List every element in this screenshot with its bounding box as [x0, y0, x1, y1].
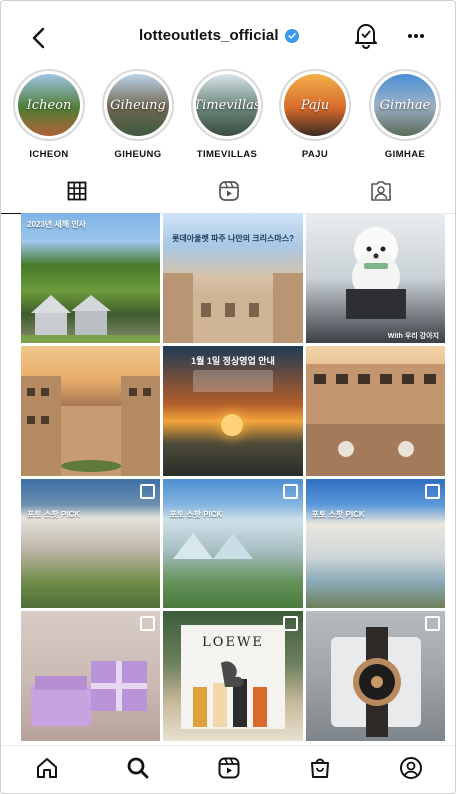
highlight-label: GIMHAE [384, 149, 426, 160]
username: lotteoutlets_official [139, 27, 279, 44]
post-tile[interactable]: 2023년 새해 인사 [21, 213, 161, 343]
back-icon[interactable] [23, 23, 53, 53]
highlight-ring: Icheon [13, 69, 85, 141]
notice-card [193, 369, 274, 392]
post-tile[interactable] [305, 345, 445, 476]
tab-tagged[interactable] [305, 173, 455, 213]
highlight-ring: Gimhae [369, 69, 441, 141]
post-tile[interactable] [21, 345, 161, 476]
highlight-paju[interactable]: Paju PAJU [275, 69, 355, 160]
post-tile[interactable] [305, 611, 445, 741]
reels-icon [217, 756, 241, 785]
highlight-label: PAJU [301, 149, 329, 160]
profile-screen: lotteoutlets_official Icheon ICHEON Gihe… [0, 0, 456, 794]
post-caption: 2023년 새해 인사 [27, 220, 87, 229]
highlight-cover-text: Giheung [110, 97, 166, 113]
glass-house-illustration [173, 532, 254, 559]
post-tile[interactable]: 포토 스팟 PICK [305, 478, 445, 609]
header: lotteoutlets_official [1, 1, 455, 63]
highlight-label: TIMEVILLAS [196, 149, 258, 160]
post-tile[interactable]: 롯데아울렛 파주 나만의 크리스마스? [163, 213, 303, 343]
tagged-icon [369, 180, 393, 207]
more-options-icon[interactable] [401, 23, 431, 49]
highlight-cover: Giheung [107, 74, 169, 136]
story-highlights: Icheon ICHEON Giheung GIHEUNG Timevillas… [1, 63, 455, 163]
post-caption: 롯데아울렛 파주 나만의 크리스마스? [172, 234, 294, 243]
post-caption: 포토 스팟 PICK [27, 509, 80, 519]
highlight-timevillas[interactable]: Timevillas TIMEVILLAS [187, 69, 267, 160]
tab-grid[interactable] [1, 173, 153, 214]
highlight-cover: Gimhae [374, 74, 436, 136]
puppy-illustration [345, 227, 406, 319]
perfume-bottles [193, 661, 268, 728]
tab-reels[interactable] [153, 173, 305, 213]
nav-shop[interactable] [300, 750, 340, 790]
profile-tabs [1, 173, 455, 214]
post-tile[interactable]: 포토 스팟 PICK [21, 478, 161, 609]
bottom-navigation [1, 745, 455, 793]
highlight-cover-text: Paju [300, 97, 330, 113]
notification-bell-icon[interactable] [353, 21, 381, 51]
post-caption: With 우리 강아지 [387, 333, 439, 340]
highlight-ring: Timevillas [191, 69, 263, 141]
multi-post-icon [424, 483, 440, 499]
post-tile[interactable]: LOEWE [163, 611, 303, 741]
nav-home[interactable] [27, 750, 67, 790]
post-tile[interactable]: 포토 스팟 PICK [163, 478, 303, 609]
atrium-illustration [163, 273, 303, 343]
highlight-label: GIHEUNG [114, 149, 162, 160]
courtyard-illustration [21, 375, 161, 476]
highlight-icheon[interactable]: Icheon ICHEON [9, 69, 89, 160]
highlight-cover-text: Icheon [26, 97, 72, 113]
posts-grid: 2023년 새해 인사 롯데아울렛 파주 나만의 크리스마스? With 우리 … [21, 213, 445, 741]
post-tile[interactable] [21, 611, 161, 741]
post-caption: 포토 스팟 PICK [311, 509, 365, 519]
terrace-illustration [305, 363, 445, 476]
highlight-ring: Giheung [102, 69, 174, 141]
highlight-label: ICHEON [29, 149, 69, 160]
highlight-cover-text: Gimhae [379, 97, 431, 113]
reels-icon [218, 180, 240, 207]
highlight-cover: Icheon [18, 74, 80, 136]
verified-badge-icon [284, 28, 299, 43]
nav-reels[interactable] [209, 750, 249, 790]
highlight-giheung[interactable]: Giheung GIHEUNG [98, 69, 178, 160]
multi-post-icon [140, 483, 156, 499]
brand-label: LOEWE [202, 635, 264, 651]
home-icon [35, 756, 59, 785]
post-caption: 1월 1일 정상영업 안내 [191, 355, 275, 366]
highlight-ring: Paju [279, 69, 351, 141]
multi-post-icon [424, 616, 440, 632]
post-tile[interactable]: With 우리 강아지 [305, 213, 445, 343]
search-icon [126, 756, 150, 785]
highlight-cover: Paju [284, 74, 346, 136]
gift-box-illustration [31, 661, 147, 727]
multi-post-icon [140, 616, 156, 632]
grid-icon [67, 181, 87, 206]
post-tile[interactable]: 1월 1일 정상영업 안내 [163, 345, 303, 476]
nav-search[interactable] [118, 750, 158, 790]
nav-profile[interactable] [391, 750, 431, 790]
highlight-cover: Timevillas [196, 74, 258, 136]
building-illustration [21, 295, 161, 343]
multi-post-icon [282, 483, 298, 499]
profile-icon [399, 756, 423, 785]
sun-shape [221, 413, 244, 436]
highlight-cover-text: Timevillas [196, 97, 258, 113]
profile-username: lotteoutlets_official [139, 27, 299, 44]
highlight-gimhae[interactable]: Gimhae GIMHAE [365, 69, 445, 160]
watch-illustration [330, 627, 421, 738]
shop-icon [308, 756, 332, 785]
